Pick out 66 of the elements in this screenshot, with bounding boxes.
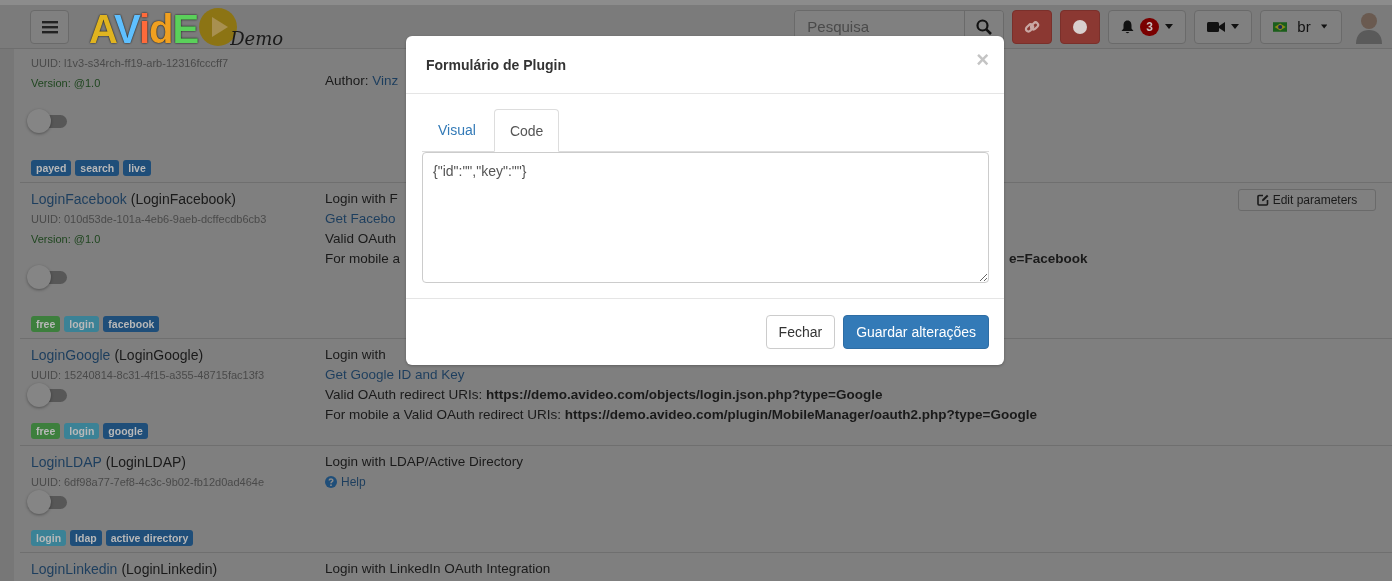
- record-icon: [1073, 19, 1088, 34]
- help-icon: [325, 476, 337, 488]
- plugin-name-link[interactable]: LoginGoogle: [31, 345, 111, 365]
- menu-icon: [41, 19, 58, 34]
- plugin-tag: free: [31, 423, 61, 439]
- plugin-tag: live: [123, 160, 151, 176]
- description-text: Valid OAuth redirect URIs: https://demo.avideo.com/objects/login.json.php?type=Google: [325, 387, 883, 402]
- description-text: Login with F: [325, 191, 398, 206]
- bell-icon: [1121, 19, 1135, 34]
- dialog-tab[interactable]: Code: [493, 109, 560, 152]
- enable-toggle[interactable]: [27, 490, 67, 514]
- help-link[interactable]: Help: [325, 472, 1238, 492]
- language-button[interactable]: br: [1260, 9, 1342, 44]
- plugin-tag: payed: [31, 160, 72, 176]
- dialog-tab[interactable]: Visual: [422, 109, 492, 151]
- description-text: Login with LDAP/Active Directory: [325, 454, 524, 469]
- link-button[interactable]: [1012, 9, 1053, 44]
- dialog-title: Formulário de Plugin: [426, 56, 566, 73]
- description-link[interactable]: Get Google ID and Key: [325, 365, 1238, 385]
- plugin-tag: ldap: [70, 530, 102, 546]
- plugin-tag: search: [75, 160, 120, 176]
- enable-toggle[interactable]: [27, 265, 67, 289]
- plugin-tag: facebook: [103, 316, 160, 332]
- caret-icon: [1231, 24, 1239, 29]
- plugin-version: Version: @1.0: [31, 76, 102, 91]
- notification-count: 3: [1140, 17, 1159, 36]
- plugin-tag: free: [31, 316, 61, 332]
- plugin-name-link[interactable]: LoginLinkedin: [31, 559, 118, 579]
- video-camera-icon: [1207, 20, 1225, 33]
- plugin-id: (LoginLinkedin): [121, 560, 218, 579]
- plugin-tag: active directory: [105, 530, 194, 546]
- plugin-tag: login: [31, 530, 67, 546]
- search-icon: [976, 18, 993, 35]
- edit-icon: [1256, 194, 1269, 206]
- camera-button[interactable]: [1194, 9, 1252, 44]
- logo[interactable]: AVidE Demo: [89, 5, 284, 49]
- plugin-tag: login: [64, 316, 100, 332]
- plugin-id: (LoginFacebook): [130, 190, 236, 209]
- plugin-name-link[interactable]: LoginFacebook: [31, 189, 127, 209]
- plugin-id: (LoginGoogle): [114, 346, 204, 365]
- cancel-button[interactable]: Fechar: [765, 315, 836, 349]
- notifications-button[interactable]: 3: [1108, 9, 1186, 44]
- link-icon: [1024, 18, 1041, 35]
- description-text: For mobile a: [325, 250, 402, 268]
- plugin-tag: google: [103, 423, 148, 439]
- code-editor[interactable]: {"id":"","key":""}: [422, 152, 989, 283]
- enable-toggle[interactable]: [27, 383, 67, 407]
- enable-toggle[interactable]: [27, 109, 67, 133]
- author-link[interactable]: Vinz: [372, 73, 399, 88]
- plugin-name-link[interactable]: LoginLDAP: [31, 452, 102, 472]
- plugin-tag: login: [64, 423, 100, 439]
- edit-parameters-button[interactable]: Edit parameters: [1238, 189, 1376, 211]
- description-text: Login with: [325, 347, 386, 362]
- flag-icon: [1273, 20, 1288, 33]
- author-label: Author:: [325, 73, 370, 88]
- menu-button[interactable]: [30, 9, 69, 44]
- record-button[interactable]: [1060, 9, 1101, 44]
- save-button[interactable]: Guardar alterações: [843, 315, 989, 349]
- description-text: e=Facebook: [1009, 250, 1089, 268]
- description-text: Valid OAuth: [325, 231, 397, 246]
- plugin-id: (LoginLDAP): [105, 453, 186, 472]
- plugin-version: Version: @1.0: [31, 232, 102, 247]
- caret-icon: [1165, 24, 1173, 29]
- description-text: Login with LinkedIn OAuth Integration: [325, 561, 551, 576]
- description-text: For mobile a Valid OAuth redirect URIs: https://demo.avideo.com/plugin/MobileManager/oauth2.php?type=Google: [325, 407, 1037, 422]
- caret-icon: [1320, 24, 1327, 29]
